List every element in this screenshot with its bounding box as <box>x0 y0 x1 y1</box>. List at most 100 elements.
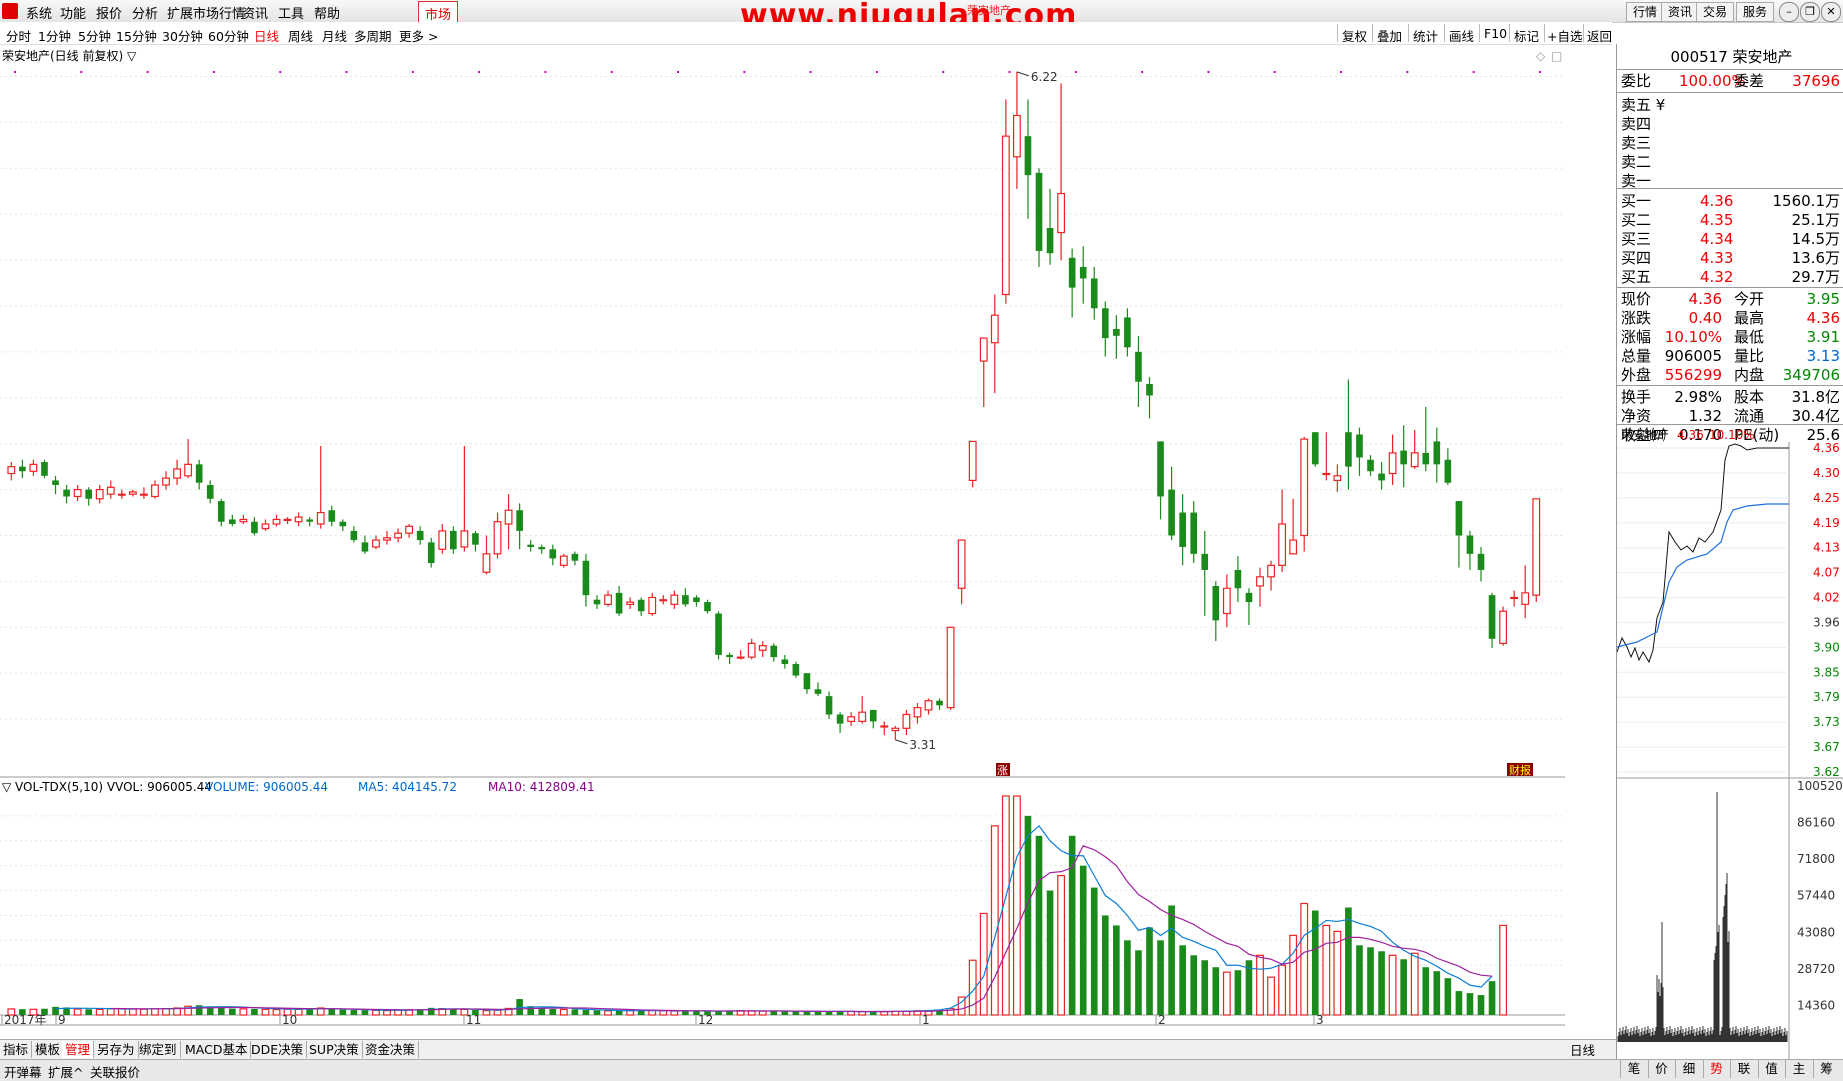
side-tab[interactable]: 笔 <box>1620 1060 1647 1078</box>
candlestick-chart[interactable]: 荣安地产(日线 前复权) ▽ 6.206.005.805.605.405.205… <box>0 45 1565 778</box>
period-more[interactable]: 更多 > <box>399 26 438 45</box>
side-tab[interactable]: 主 <box>1785 1060 1812 1078</box>
candle-body <box>162 477 170 486</box>
candle-body <box>1388 452 1397 475</box>
volume-bar <box>1378 951 1385 1015</box>
volume-bar <box>1012 795 1021 1016</box>
extend-toggle[interactable]: 扩展^ <box>48 1062 83 1081</box>
candle-body <box>913 707 922 718</box>
volume-bar <box>140 1008 148 1016</box>
menu-analysis[interactable]: 分析 <box>132 3 158 22</box>
side-tab[interactable]: 筹 <box>1812 1060 1840 1078</box>
indicator-tab[interactable]: 绑定到 <box>136 1041 181 1058</box>
indicator-tab[interactable]: 管理 <box>62 1041 95 1058</box>
period-multi[interactable]: 多周期 <box>354 26 392 45</box>
tool-mark[interactable]: 标记 <box>1514 26 1539 45</box>
event-marker-dot <box>743 71 746 73</box>
tool-overlay[interactable]: 叠加 <box>1377 26 1402 45</box>
stat-row: 总量 906005 量比 3.13 <box>1621 347 1840 365</box>
volume-bar <box>106 1008 115 1016</box>
volume-bar <box>803 1011 811 1015</box>
volume-bar <box>615 1010 623 1015</box>
candle-body <box>604 594 612 605</box>
period-60min[interactable]: 60分钟 <box>208 26 249 45</box>
menu-quote[interactable]: 报价 <box>96 3 122 22</box>
period-1min[interactable]: 1分钟 <box>38 26 71 45</box>
period-5min[interactable]: 5分钟 <box>78 26 111 45</box>
menu-bar: 系统 功能 报价 分析 扩展市场行情 资讯 工具 帮助 市场 www.niugu… <box>0 0 1843 33</box>
restore-icon[interactable]: ❐ <box>1800 2 1820 22</box>
candle-body <box>1400 450 1407 465</box>
indicator-tab[interactable]: MACD基本 <box>182 1041 252 1058</box>
indicator-tab[interactable]: 指标 <box>0 1041 33 1058</box>
side-tab[interactable]: 势 <box>1702 1060 1730 1078</box>
indicator-tab[interactable]: 资金决策 <box>362 1041 420 1058</box>
tool-stats[interactable]: 统计 <box>1413 26 1438 45</box>
minimize-icon[interactable]: – <box>1779 2 1799 22</box>
indicator-tab[interactable]: 另存为 <box>94 1041 139 1058</box>
side-tab[interactable]: 联 <box>1730 1060 1757 1078</box>
candle-body <box>858 711 867 722</box>
volume-bar <box>1124 940 1131 1015</box>
volume-chart[interactable]: ▽ VOL-TDX(5,10) VVOL: 906005.44 VOLUME: … <box>0 778 1565 1026</box>
close-icon[interactable]: ✕ <box>1821 2 1841 22</box>
tool-draw[interactable]: 画线 <box>1449 26 1474 45</box>
period-weekly[interactable]: 周线 <box>288 26 313 45</box>
volume-bar <box>538 1008 546 1015</box>
buy-row[interactable]: 买二 4.35 25.1万 <box>1621 211 1842 230</box>
btn-news[interactable]: 资讯 <box>1661 2 1700 22</box>
candle-body <box>63 489 70 497</box>
menu-system[interactable]: 系统 <box>26 3 52 22</box>
volume-bar <box>670 1010 679 1016</box>
event-marker-dot <box>809 71 812 73</box>
menu-help[interactable]: 帮助 <box>314 3 340 22</box>
candle-body <box>682 595 689 605</box>
tool-add-fav[interactable]: +自选 <box>1547 26 1582 45</box>
candle-body <box>1300 438 1309 537</box>
period-timeshare[interactable]: 分时 <box>6 26 31 45</box>
volume-bar <box>350 1010 358 1015</box>
indicator-tab[interactable]: SUP决策 <box>306 1041 363 1058</box>
date-label: 10 <box>282 1013 297 1026</box>
menu-ext-market[interactable]: 扩展市场行情 <box>167 3 245 22</box>
tool-back[interactable]: 返回 <box>1587 26 1612 45</box>
indicator-tab[interactable]: DDE决策 <box>248 1041 308 1058</box>
btn-service[interactable]: 服务 <box>1736 2 1775 22</box>
danmaku-toggle[interactable]: 开弹幕 <box>4 1062 42 1081</box>
volume-bar <box>1356 945 1363 1015</box>
buy-row[interactable]: 买四 4.33 13.6万 <box>1621 249 1842 268</box>
btn-trade[interactable]: 交易 <box>1696 2 1735 22</box>
period-monthly[interactable]: 月线 <box>322 26 347 45</box>
intraday-mini-chart[interactable]: 4.36 4.30 4.25 4.19 4.13 4.07 4.02 3.96 3.90 3.85… <box>1617 442 1843 1062</box>
tool-adjust[interactable]: 复权 <box>1342 26 1367 45</box>
buy-row[interactable]: 买一 4.36 1560.1万 <box>1621 192 1842 211</box>
period-15min[interactable]: 15分钟 <box>116 26 157 45</box>
side-tab[interactable]: 值 <box>1757 1060 1785 1078</box>
volume-bar <box>1488 981 1496 1015</box>
volume-bar <box>1477 995 1485 1015</box>
tool-f10[interactable]: F10 <box>1484 26 1507 41</box>
window-icon: □ <box>1551 49 1562 63</box>
candle-body <box>1222 587 1231 615</box>
side-tab[interactable]: 细 <box>1675 1060 1702 1078</box>
candle-body <box>450 530 457 550</box>
menu-function[interactable]: 功能 <box>60 3 86 22</box>
period-30min[interactable]: 30分钟 <box>162 26 203 45</box>
buy-row[interactable]: 买三 4.34 14.5万 <box>1621 230 1842 249</box>
candle-body <box>151 484 159 498</box>
sell-row: 卖四 <box>1621 115 1652 133</box>
side-tab[interactable]: 价 <box>1647 1060 1675 1078</box>
period-daily[interactable]: 日线 <box>254 26 279 45</box>
candle-body <box>582 560 590 596</box>
volume-bar <box>1079 865 1087 1015</box>
candle-body <box>504 509 513 525</box>
candle-body <box>792 664 800 676</box>
menu-news[interactable]: 资讯 <box>242 3 268 22</box>
btn-market[interactable]: 行情 <box>1626 2 1665 22</box>
menu-tools[interactable]: 工具 <box>278 3 304 22</box>
volume-bar <box>394 1009 402 1016</box>
candle-body <box>770 645 778 658</box>
buy-row[interactable]: 买五 4.32 29.7万 <box>1621 268 1842 287</box>
indicator-tab[interactable]: 模板 <box>32 1041 65 1058</box>
related-quote[interactable]: 关联报价 <box>90 1062 140 1081</box>
